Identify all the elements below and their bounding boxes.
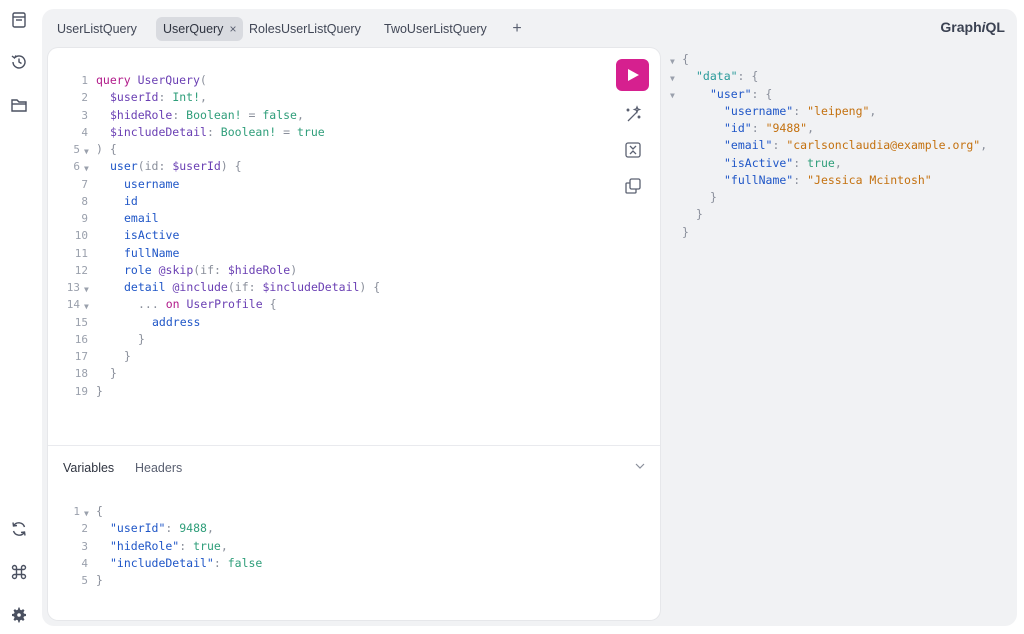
fold-icon[interactable]: ▼ <box>84 505 89 522</box>
code-line: user(id: $userId) { <box>110 159 242 174</box>
code-line: username <box>124 176 180 191</box>
line-number: 1 <box>81 74 88 87</box>
tab-variables[interactable]: Variables <box>63 461 114 475</box>
line-number: 11 <box>74 246 88 260</box>
result-line: } <box>710 190 717 204</box>
fold-icon[interactable]: ▼ <box>670 70 675 87</box>
result-line: "username": "leipeng", <box>724 103 877 118</box>
code-line: isActive <box>124 228 180 243</box>
prettify-icon[interactable] <box>623 104 643 124</box>
code-line: fullName <box>124 245 180 260</box>
code-line: $userId: Int!, <box>110 90 207 105</box>
result-line: "isActive": true, <box>724 155 842 170</box>
settings-gear-icon[interactable] <box>10 606 28 624</box>
fold-icon[interactable]: ▼ <box>84 160 89 177</box>
line-number: 15 <box>74 315 88 329</box>
code-line: { <box>96 504 103 518</box>
execute-query-button[interactable] <box>616 59 649 91</box>
code-line: ... on UserProfile { <box>138 297 277 312</box>
merge-fragments-icon[interactable] <box>623 140 643 160</box>
explorer-folder-icon[interactable] <box>10 96 28 114</box>
code-line: role @skip(if: $hideRole) <box>124 262 298 277</box>
code-line: address <box>152 314 201 329</box>
line-number: 19 <box>74 384 88 398</box>
history-icon[interactable] <box>10 53 28 71</box>
result-line: "data": { <box>696 69 759 84</box>
tab-twouserlistquery[interactable]: TwoUserListQuery <box>377 17 494 41</box>
result-line: "id": "9488", <box>724 121 815 135</box>
tab-label: UserListQuery <box>57 22 137 36</box>
refetch-schema-icon[interactable] <box>10 520 28 538</box>
result-line: { <box>682 52 689 66</box>
code-line: } <box>110 366 117 381</box>
line-number: 1 <box>73 505 80 518</box>
chevron-down-icon[interactable] <box>634 460 646 472</box>
code-line: "userId": 9488, <box>110 521 214 536</box>
line-number: 14 <box>66 298 80 312</box>
line-number: 17 <box>74 350 88 363</box>
fold-icon[interactable]: ▼ <box>84 298 89 315</box>
tab-label: UserQuery <box>163 22 224 36</box>
code-line: } <box>96 573 103 587</box>
docs-icon[interactable] <box>10 11 28 29</box>
tab-bar: UserListQuery UserQuery × RolesUserListQu… <box>42 9 1017 49</box>
graphiql-shell: UserListQuery UserQuery × RolesUserListQu… <box>42 9 1017 626</box>
line-number: 4 <box>81 125 88 139</box>
line-number: 4 <box>81 556 88 570</box>
line-number: 12 <box>74 263 88 277</box>
code-line: $includeDetail: Boolean! = true <box>110 124 325 139</box>
code-line: detail @include(if: $includeDetail) { <box>124 280 381 294</box>
close-tab-icon[interactable]: × <box>229 22 236 36</box>
fold-icon[interactable]: ▼ <box>84 281 89 298</box>
sidebar <box>0 0 38 634</box>
tab-headers[interactable]: Headers <box>135 461 182 475</box>
fold-icon[interactable]: ▼ <box>84 143 89 160</box>
line-number: 8 <box>81 194 88 208</box>
tab-roleslistquery[interactable]: RolesUserListQuery <box>242 17 368 41</box>
code-line: } <box>124 349 131 363</box>
line-number: 3 <box>81 108 88 122</box>
line-number: 16 <box>74 332 88 346</box>
fold-icon[interactable]: ▼ <box>670 87 675 104</box>
code-line: ) { <box>96 142 117 156</box>
line-number: 3 <box>81 539 88 553</box>
code-line: } <box>96 383 103 398</box>
line-number: 5 <box>81 574 88 587</box>
line-number: 18 <box>74 367 88 381</box>
variables-headers-bar: Variables Headers <box>48 445 660 490</box>
code-line: } <box>138 331 145 346</box>
line-number: 7 <box>81 177 88 191</box>
copy-query-icon[interactable] <box>623 176 643 196</box>
code-line: "hideRole": true, <box>110 538 228 553</box>
line-number: 2 <box>81 91 88 105</box>
result-line: } <box>682 224 689 239</box>
result-line: } <box>696 207 703 222</box>
tab-userquery[interactable]: UserQuery × <box>156 17 244 41</box>
code-line: "includeDetail": false <box>110 555 263 570</box>
line-number: 13 <box>66 281 80 294</box>
shortcuts-command-icon[interactable] <box>10 563 28 581</box>
query-editor-panel: 1 2 3 4 5 6 7 8 9 10 11 12 13 14 15 16 1… <box>48 48 660 620</box>
code-line: id <box>124 193 138 208</box>
code-line: query UserQuery( <box>96 73 207 87</box>
result-line: "user": { <box>710 86 773 101</box>
line-number: 6 <box>73 160 80 174</box>
line-number: 9 <box>81 212 88 225</box>
tab-userlistquery[interactable]: UserListQuery <box>50 17 144 41</box>
fold-icon[interactable]: ▼ <box>670 53 675 70</box>
code-line: $hideRole: Boolean! = false, <box>110 107 304 122</box>
code-line: email <box>124 211 159 225</box>
add-tab-button[interactable]: + <box>508 17 526 41</box>
tab-label: RolesUserListQuery <box>249 22 361 36</box>
line-number: 5 <box>73 143 80 156</box>
line-number: 10 <box>74 229 88 243</box>
result-line: "fullName": "Jessica Mcintosh" <box>724 172 932 187</box>
result-line: "email": "carlsonclaudia@example.org", <box>724 138 988 153</box>
graphiql-logo: GraphiQL <box>940 19 1005 35</box>
tab-label: TwoUserListQuery <box>384 22 487 36</box>
line-number: 2 <box>81 522 88 536</box>
